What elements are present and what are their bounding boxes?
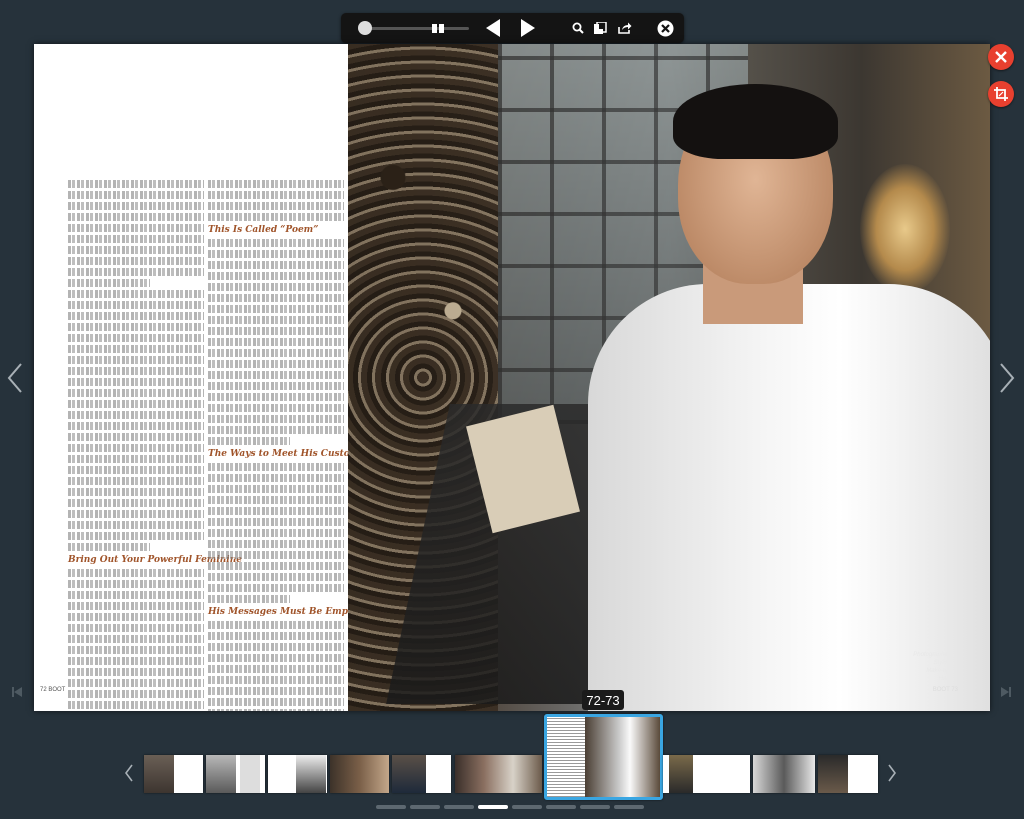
thumbnail-page[interactable] (818, 755, 878, 793)
thumbnail-page[interactable] (268, 755, 327, 793)
share-icon[interactable] (615, 13, 635, 43)
search-icon[interactable] (569, 13, 587, 43)
page-number-label: 72-73 (582, 690, 624, 710)
text-column-left: Bring Out Your Powerful Feminine (68, 180, 242, 711)
text-column-right: This Is Called “Poem” The Ways to Meet H… (208, 180, 348, 711)
bookmarks-icon[interactable] (591, 13, 611, 43)
close-viewer-icon[interactable] (654, 13, 676, 43)
thumbnail-page[interactable] (753, 755, 815, 793)
article-heading: This Is Called “Poem” (208, 225, 319, 235)
pager-dot[interactable] (410, 805, 440, 809)
zoom-slider[interactable] (361, 27, 469, 30)
first-page-icon[interactable] (12, 684, 22, 702)
pager-dot[interactable] (546, 805, 576, 809)
model-hair (673, 84, 838, 159)
background-lamp (860, 164, 950, 294)
previous-page-icon[interactable] (481, 13, 505, 43)
left-page: Bring Out Your Powerful Feminine This Is… (34, 44, 348, 711)
next-spread-arrow[interactable] (998, 362, 1016, 399)
pager-dot[interactable] (512, 805, 542, 809)
thumbnails-prev-arrow[interactable] (124, 764, 134, 787)
next-page-icon[interactable] (516, 13, 540, 43)
article-heading: Bring Out Your Powerful Feminine (68, 555, 242, 565)
page-footer-left: 72 BOOT (40, 687, 66, 693)
zoom-slider-knob[interactable] (358, 21, 372, 35)
thumbnail-page[interactable] (206, 755, 265, 793)
thumbnails-next-arrow[interactable] (887, 764, 897, 787)
thumbnail-page-selected[interactable] (544, 714, 663, 800)
right-page-photo: Photographer: ... Stylist: ... Make-up: … (348, 44, 990, 711)
thumbnail-page[interactable] (455, 755, 542, 793)
pager-dot[interactable] (580, 805, 610, 809)
pager-dot[interactable] (376, 805, 406, 809)
magazine-spread[interactable]: Bring Out Your Powerful Feminine This Is… (34, 44, 990, 711)
thumbnail-page[interactable] (330, 755, 389, 793)
pager-dot[interactable] (614, 805, 644, 809)
previous-spread-arrow[interactable] (6, 362, 24, 399)
article-heading: The Ways to Meet His Customers (208, 449, 348, 459)
article-heading: His Messages Must Be Emphasized (208, 607, 348, 617)
close-icon[interactable] (988, 44, 1014, 70)
thumbnail-page[interactable] (144, 755, 203, 793)
double-page-icon[interactable] (429, 13, 447, 43)
page-footer-right: BOOT 73 (932, 687, 958, 693)
white-shirt (588, 284, 990, 711)
pager-dot-active[interactable] (478, 805, 508, 809)
pager-dot[interactable] (444, 805, 474, 809)
last-page-icon[interactable] (1001, 684, 1011, 702)
thumbnail-page[interactable] (392, 755, 451, 793)
thumbnail-strip (0, 712, 1024, 812)
thumbnail-page[interactable] (663, 755, 750, 793)
photo-credits: Photographer: ... Stylist: ... Make-up: … (913, 652, 958, 682)
crop-icon[interactable] (988, 81, 1014, 107)
viewer-toolbar (341, 13, 684, 43)
